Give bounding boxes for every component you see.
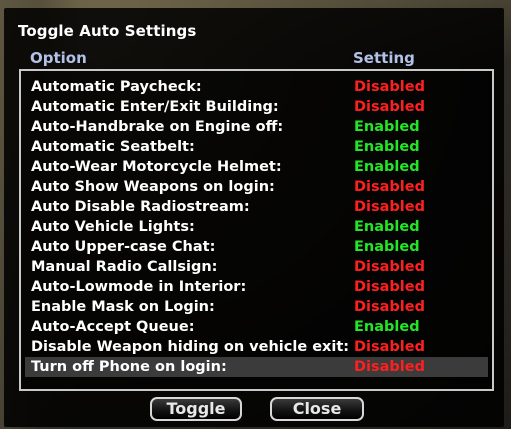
option-label: Auto Upper-case Chat: [31, 239, 216, 255]
setting-value: Disabled [354, 339, 425, 355]
option-label: Auto-Wear Motorcycle Helmet: [31, 159, 282, 175]
list-item[interactable]: Auto Vehicle Lights: Enabled [25, 217, 488, 237]
setting-value: Disabled [354, 99, 425, 115]
setting-value: Disabled [354, 79, 425, 95]
list-item[interactable]: Auto-Lowmode in Interior: Disabled [25, 277, 488, 297]
setting-value: Enabled [354, 239, 420, 255]
column-header-option: Option [30, 49, 87, 67]
close-button[interactable]: Close [270, 397, 364, 421]
setting-value: Enabled [354, 219, 420, 235]
option-label: Turn off Phone on login: [31, 359, 227, 375]
list-item[interactable]: Auto Upper-case Chat: Enabled [25, 237, 488, 257]
column-header-setting: Setting [353, 49, 415, 67]
settings-rows: Automatic Paycheck: Disabled Automatic Ent… [21, 77, 492, 377]
dialog-title: Toggle Auto Settings [18, 22, 197, 40]
option-label: Auto-Lowmode in Interior: [31, 279, 247, 295]
setting-value: Enabled [354, 159, 420, 175]
list-item[interactable]: Manual Radio Callsign: Disabled [25, 257, 488, 277]
option-label: Auto Vehicle Lights: [31, 219, 195, 235]
list-item[interactable]: Automatic Paycheck: Disabled [25, 77, 488, 97]
setting-value: Enabled [354, 319, 420, 335]
setting-value: Disabled [354, 279, 425, 295]
option-label: Auto Show Weapons on login: [31, 179, 275, 195]
toggle-auto-settings-dialog: Toggle Auto Settings Option Setting Auto… [4, 8, 504, 427]
list-item[interactable]: Automatic Seatbelt: Enabled [25, 137, 488, 157]
setting-value: Enabled [354, 119, 420, 135]
list-item[interactable]: Auto-Wear Motorcycle Helmet: Enabled [25, 157, 488, 177]
list-item[interactable]: Enable Mask on Login: Disabled [25, 297, 488, 317]
option-label: Automatic Paycheck: [31, 79, 202, 95]
option-label: Automatic Seatbelt: [31, 139, 195, 155]
option-label: Auto-Accept Queue: [31, 319, 195, 335]
list-item[interactable]: Disable Weapon hiding on vehicle exit: Di… [25, 337, 488, 357]
list-item[interactable]: Automatic Enter/Exit Building: Disabled [25, 97, 488, 117]
list-item[interactable]: Auto Show Weapons on login: Disabled [25, 177, 488, 197]
setting-value: Disabled [354, 199, 425, 215]
settings-list[interactable]: Automatic Paycheck: Disabled Automatic Ent… [19, 69, 494, 391]
setting-value: Disabled [354, 359, 425, 375]
option-label: Auto-Handbrake on Engine off: [31, 119, 284, 135]
option-label: Automatic Enter/Exit Building: [31, 99, 279, 115]
list-item[interactable]: Auto-Handbrake on Engine off: Enabled [25, 117, 488, 137]
list-item[interactable]: Auto Disable Radiostream: Disabled [25, 197, 488, 217]
option-label: Enable Mask on Login: [31, 299, 215, 315]
list-item[interactable]: Auto-Accept Queue: Enabled [25, 317, 488, 337]
option-label: Disable Weapon hiding on vehicle exit: [31, 339, 350, 355]
list-item-selected[interactable]: Turn off Phone on login: Disabled [25, 357, 488, 377]
toggle-button[interactable]: Toggle [150, 397, 242, 421]
option-label: Auto Disable Radiostream: [31, 199, 250, 215]
setting-value: Disabled [354, 299, 425, 315]
setting-value: Disabled [354, 259, 425, 275]
setting-value: Disabled [354, 179, 425, 195]
option-label: Manual Radio Callsign: [31, 259, 218, 275]
setting-value: Enabled [354, 139, 420, 155]
